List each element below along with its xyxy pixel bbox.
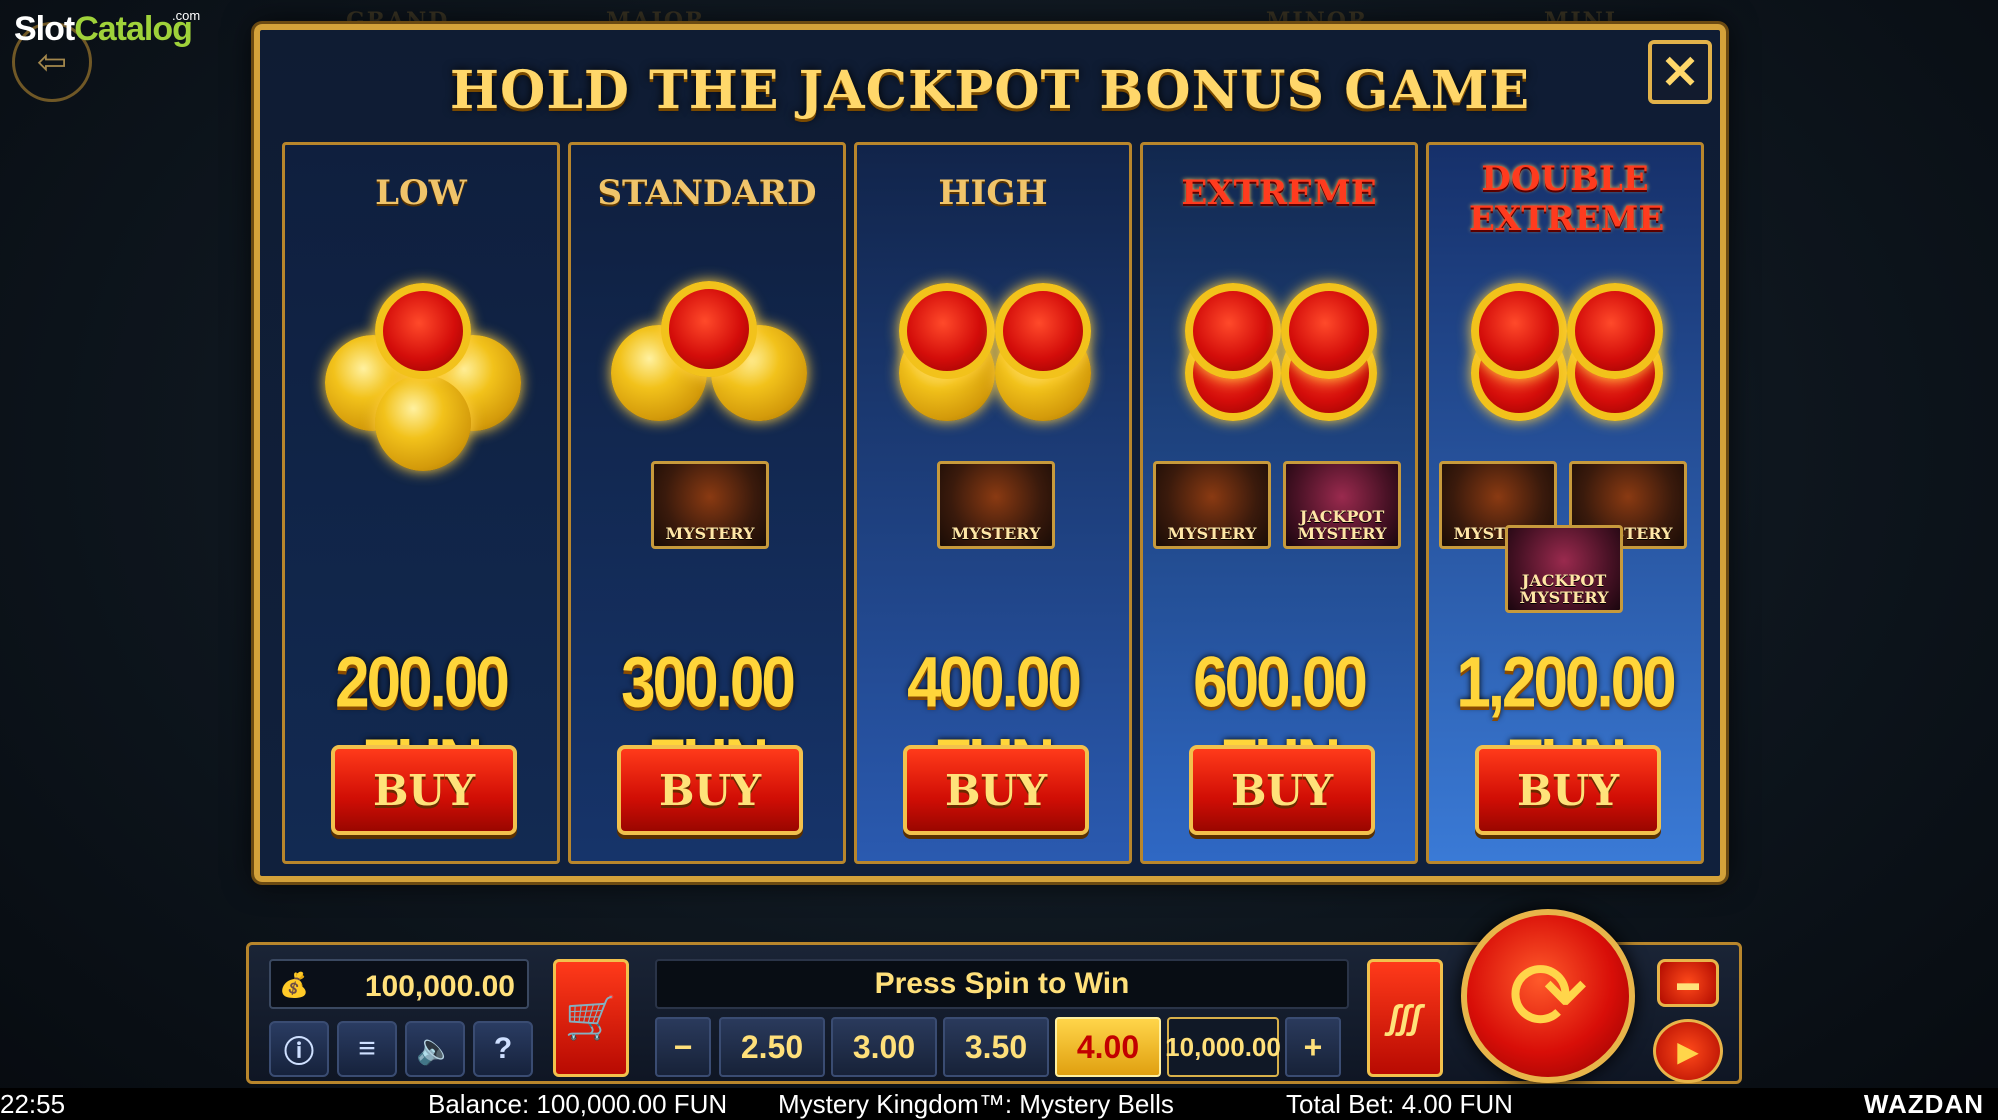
bonus-buy-modal: HOLD THE JACKPOT BONUS GAME ✕ LOW 200.00… — [254, 24, 1726, 882]
buy-feature-cart-button[interactable]: 🛒 — [553, 959, 629, 1077]
chili-icon: ʃʃʃ — [1388, 998, 1422, 1037]
mystery-symbol: MYSTERY — [651, 461, 769, 549]
mystery-symbol: MYSTERY — [1153, 461, 1271, 549]
buy-button-standard[interactable]: BUY — [617, 745, 803, 835]
option-title: EXTREME — [1181, 173, 1377, 213]
buy-button-high[interactable]: BUY — [903, 745, 1089, 835]
option-title: LOW — [375, 173, 467, 213]
red-coin-icon — [899, 283, 995, 379]
slotcatalog-logo: Slot Catalog .com — [14, 8, 201, 48]
status-balance: Balance: 100,000.00 FUN — [428, 1089, 728, 1119]
modal-title: HOLD THE JACKPOT BONUS GAME — [449, 60, 1531, 121]
red-coin-icon — [1471, 283, 1567, 379]
option-low: LOW 200.00 FUN BUY — [282, 142, 560, 864]
bet-increase-button[interactable]: + — [1285, 1017, 1341, 1077]
option-double-extreme: DOUBLE EXTREME MYSTERY MYSTERY JACKPOT M… — [1426, 142, 1704, 864]
chili-feature-button[interactable]: ʃʃʃ — [1367, 959, 1443, 1077]
max-bet-display[interactable]: 10,000.00 — [1165, 1017, 1281, 1077]
mystery-symbol: MYSTERY — [937, 461, 1055, 549]
status-bar: 22:55 Balance: 100,000.00 FUN Mystery Ki… — [0, 1088, 1998, 1120]
clock: 22:55 — [0, 1089, 66, 1119]
spin-button[interactable]: ⟳ — [1461, 909, 1635, 1083]
menu-icon[interactable]: ≡ — [337, 1021, 397, 1077]
wazdan-logo: WAZDAN — [1863, 1089, 1984, 1119]
red-coin-icon — [995, 283, 1091, 379]
bet-option-selected[interactable]: 4.00 — [1055, 1017, 1161, 1077]
red-coin-icon — [375, 283, 471, 379]
help-icon[interactable]: ? — [473, 1021, 533, 1077]
autoplay-icon[interactable]: ▶ — [1653, 1019, 1723, 1083]
option-extreme: EXTREME MYSTERY JACKPOT MYSTERY 600.00 F… — [1140, 142, 1418, 864]
turbo-button[interactable]: ▬ — [1657, 959, 1719, 1007]
game-screen: { "watermark": { "part1": "Slot", "part2… — [0, 0, 1998, 1120]
option-standard: STANDARD MYSTERY 300.00 FUN BUY — [568, 142, 846, 864]
spin-icon: ⟳ — [1507, 943, 1589, 1050]
buy-button-double-extreme[interactable]: BUY — [1475, 745, 1661, 835]
game-title: Mystery Kingdom™: Mystery Bells — [778, 1089, 1174, 1119]
gold-coin-icon — [375, 375, 471, 471]
option-title: DOUBLE EXTREME — [1469, 159, 1665, 239]
option-high: HIGH MYSTERY 400.00 FUN BUY — [854, 142, 1132, 864]
info-icon[interactable]: ⓘ — [269, 1021, 329, 1077]
cart-icon: 🛒 — [564, 993, 618, 1041]
balance-value: 100,000.00 — [364, 970, 515, 1003]
red-coin-icon — [661, 281, 757, 377]
bet-option[interactable]: 3.00 — [831, 1017, 937, 1077]
jackpot-mystery-symbol: JACKPOT MYSTERY — [1283, 461, 1401, 549]
sound-icon[interactable]: 🔈 — [405, 1021, 465, 1077]
buy-button-extreme[interactable]: BUY — [1189, 745, 1375, 835]
status-total-bet: Total Bet: 4.00 FUN — [1286, 1089, 1513, 1119]
message-display: Press Spin to Win — [655, 959, 1349, 1009]
bet-option[interactable]: 2.50 — [719, 1017, 825, 1077]
money-bag-icon: 💰 — [279, 972, 309, 999]
option-title: STANDARD — [597, 173, 817, 213]
control-bar: 💰 100,000.00 ⓘ ≡ 🔈 ? 🛒 Press Spin to Win… — [246, 909, 1742, 1084]
balance-display: 💰 100,000.00 — [269, 959, 529, 1009]
close-button[interactable]: ✕ — [1648, 40, 1712, 104]
red-coin-icon — [1281, 283, 1377, 379]
bet-option[interactable]: 3.50 — [943, 1017, 1049, 1077]
red-coin-icon — [1567, 283, 1663, 379]
buy-button-low[interactable]: BUY — [331, 745, 517, 835]
bet-decrease-button[interactable]: − — [655, 1017, 711, 1077]
red-coin-icon — [1185, 283, 1281, 379]
jackpot-mystery-symbol: JACKPOT MYSTERY — [1505, 525, 1623, 613]
option-title: HIGH — [938, 173, 1048, 213]
